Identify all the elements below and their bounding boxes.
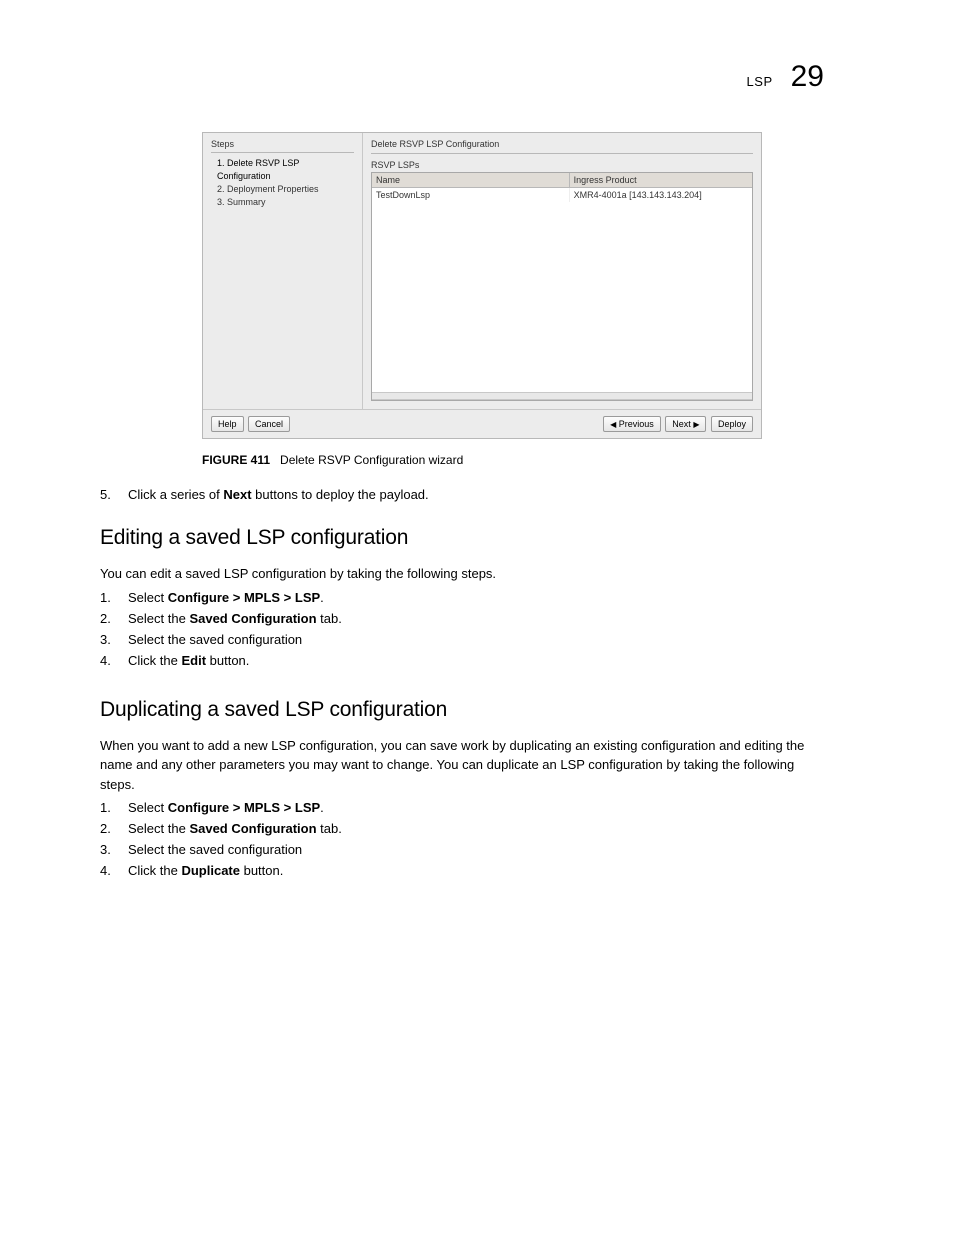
- header-page-number: 29: [791, 60, 824, 94]
- rsvp-lsps-table: Name Ingress Product TestDownLsp XMR4-40…: [371, 172, 753, 401]
- editing-step-1: 1. Select Configure > MPLS > LSP.: [100, 590, 864, 605]
- col-ingress-header[interactable]: Ingress Product: [570, 173, 752, 187]
- step-3[interactable]: 3. Summary: [217, 196, 354, 209]
- duplicating-step-3: 3. Select the saved configuration: [100, 842, 864, 857]
- deploy-button[interactable]: Deploy: [711, 416, 753, 432]
- step-5: 5. Click a series of Next buttons to dep…: [100, 487, 864, 502]
- section-duplicating-intro: When you want to add a new LSP configura…: [100, 736, 820, 795]
- figure-label: FIGURE 411: [202, 453, 270, 467]
- figure-text: Delete RSVP Configuration wizard: [280, 453, 463, 467]
- step-1[interactable]: 1. Delete RSVP LSP Configuration: [217, 157, 354, 183]
- previous-button[interactable]: ◀ Previous: [603, 416, 661, 432]
- triangle-right-icon: ▶: [693, 420, 699, 429]
- table-title: RSVP LSPs: [371, 160, 753, 170]
- steps-title: Steps: [211, 139, 354, 149]
- wizard-steps-panel: Steps 1. Delete RSVP LSP Configuration 2…: [203, 133, 363, 409]
- triangle-left-icon: ◀: [610, 420, 616, 429]
- wizard-main-title: Delete RSVP LSP Configuration: [371, 139, 753, 149]
- table-row[interactable]: TestDownLsp XMR4-4001a [143.143.143.204]: [372, 188, 752, 202]
- editing-step-4: 4. Click the Edit button.: [100, 653, 864, 668]
- col-name-header[interactable]: Name: [372, 173, 570, 187]
- duplicating-step-1: 1. Select Configure > MPLS > LSP.: [100, 800, 864, 815]
- wizard-footer: Help Cancel ◀ Previous Next ▶ Deploy: [203, 410, 761, 438]
- header-label: LSP: [747, 74, 773, 89]
- step-2[interactable]: 2. Deployment Properties: [217, 183, 354, 196]
- duplicating-step-2: 2. Select the Saved Configuration tab.: [100, 821, 864, 836]
- section-duplicating-title: Duplicating a saved LSP configuration: [100, 698, 864, 722]
- section-editing-title: Editing a saved LSP configuration: [100, 526, 864, 550]
- table-scrollbar[interactable]: [372, 392, 752, 400]
- help-button[interactable]: Help: [211, 416, 244, 432]
- cancel-button[interactable]: Cancel: [248, 416, 290, 432]
- editing-step-2: 2. Select the Saved Configuration tab.: [100, 611, 864, 626]
- editing-step-3: 3. Select the saved configuration: [100, 632, 864, 647]
- cell-name: TestDownLsp: [372, 188, 570, 202]
- section-editing-intro: You can edit a saved LSP configuration b…: [100, 564, 820, 584]
- wizard-dialog: Steps 1. Delete RSVP LSP Configuration 2…: [202, 132, 762, 439]
- figure-caption: FIGURE 411 Delete RSVP Configuration wiz…: [202, 453, 762, 467]
- table-header-row: Name Ingress Product: [372, 173, 752, 188]
- cell-ingress: XMR4-4001a [143.143.143.204]: [570, 188, 752, 202]
- duplicating-step-4: 4. Click the Duplicate button.: [100, 863, 864, 878]
- wizard-main-panel: Delete RSVP LSP Configuration RSVP LSPs …: [363, 133, 761, 409]
- next-button[interactable]: Next ▶: [665, 416, 706, 432]
- page-header: LSP 29: [100, 60, 864, 94]
